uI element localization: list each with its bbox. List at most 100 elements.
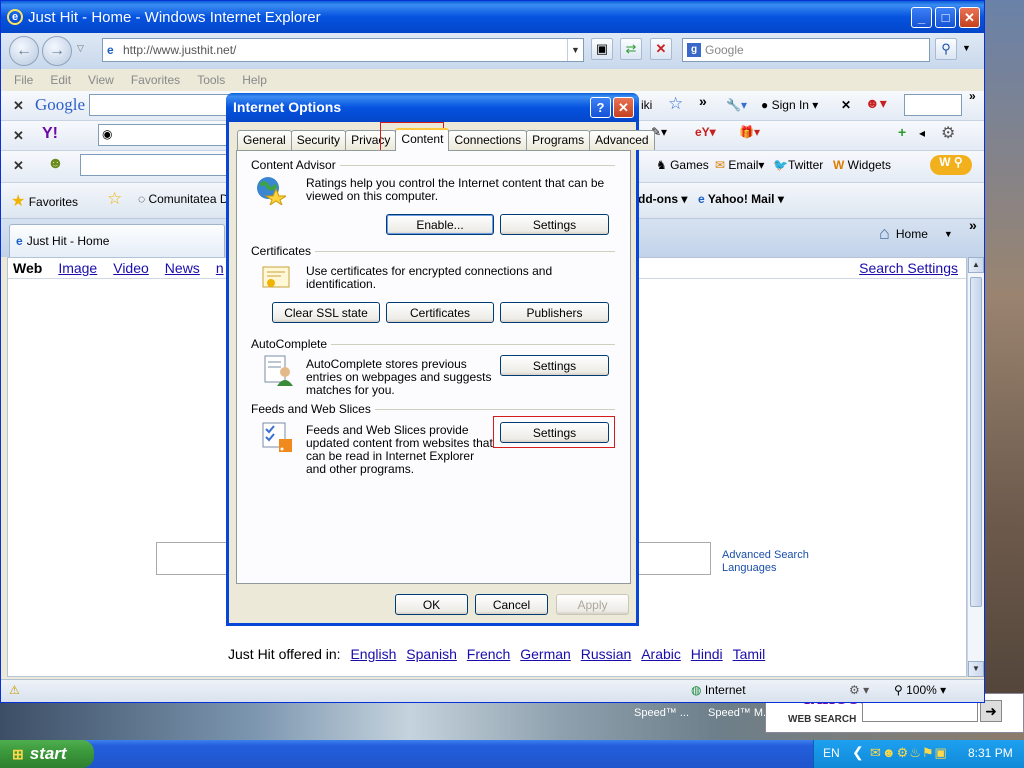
close-toolbar-icon[interactable]: ✕ — [841, 98, 851, 112]
close-toolbar-icon[interactable]: ✕ — [13, 98, 24, 114]
addon-face-icon[interactable]: ☻▾ — [865, 95, 887, 112]
home-button[interactable]: ⌂ Home ▼ — [879, 223, 953, 244]
settings-gear-icon[interactable]: ⚙ — [941, 123, 955, 143]
scroll-down-icon[interactable]: ▼ — [968, 661, 984, 677]
enable-button[interactable]: Enable... — [386, 214, 494, 235]
ebay-icon[interactable]: eY▾ — [695, 125, 716, 139]
add-icon[interactable]: + — [898, 124, 906, 140]
sign-in-link[interactable]: ● Sign In ▾ — [761, 98, 818, 112]
start-button[interactable]: ⊞ start — [0, 740, 94, 768]
lang-spanish[interactable]: Spanish — [406, 646, 457, 662]
minimize-button[interactable]: _ — [911, 7, 932, 28]
warning-icon[interactable]: ⚠ — [9, 683, 20, 697]
google-search-input[interactable] — [89, 94, 229, 116]
content-advisor-settings-button[interactable]: Settings — [500, 214, 609, 235]
scroll-thumb[interactable] — [970, 277, 982, 607]
close-toolbar-icon[interactable]: ✕ — [13, 158, 24, 174]
toolbar-item[interactable]: iki — [641, 98, 652, 112]
dialog-title-bar[interactable]: Internet Options ? ✕ — [226, 93, 639, 122]
home-dropdown-icon[interactable]: ▼ — [944, 229, 953, 239]
lang-hindi[interactable]: Hindi — [691, 646, 723, 662]
yahoo-search-input[interactable]: ◉ — [98, 124, 228, 146]
email-link[interactable]: ✉ Email▾ — [715, 158, 764, 172]
ie-title-bar[interactable]: e Just Hit - Home - Windows Internet Exp… — [1, 1, 984, 33]
scroll-up-icon[interactable]: ▲ — [968, 257, 984, 273]
yahoo-toolbar-logo[interactable]: Y! — [42, 125, 58, 143]
addon-search-input[interactable] — [80, 154, 228, 176]
clock[interactable]: 8:31 PM — [968, 746, 1013, 760]
search-box[interactable]: g Google — [682, 38, 930, 62]
small-search-input[interactable] — [904, 94, 962, 116]
widget-search-icon[interactable]: W ⚲ — [930, 155, 972, 175]
history-dropdown-icon[interactable]: ▽ — [77, 43, 84, 54]
nav-video[interactable]: Video — [113, 260, 149, 276]
yahoo-mail-link[interactable]: e Yahoo! Mail ▾ — [698, 192, 784, 206]
desktop-icon-label[interactable]: Speed™ ... — [634, 707, 689, 719]
ok-button[interactable]: OK — [395, 594, 468, 615]
certificates-button[interactable]: Certificates — [386, 302, 494, 323]
apply-button[interactable]: Apply — [556, 594, 629, 615]
tab-advanced[interactable]: Advanced — [589, 130, 655, 150]
bookmark-star-icon[interactable]: ☆ — [668, 94, 683, 114]
tray-expand-icon[interactable]: ❮ — [852, 744, 864, 761]
addons-menu[interactable]: dd-ons ▾ — [638, 192, 687, 206]
close-toolbar-icon[interactable]: ✕ — [13, 128, 24, 144]
menu-tools[interactable]: Tools — [197, 73, 225, 87]
nav-web[interactable]: Web — [13, 260, 42, 276]
stop-icon[interactable]: ✕ — [650, 38, 672, 60]
clear-ssl-button[interactable]: Clear SSL state — [272, 302, 380, 323]
more-chevron-icon[interactable]: » — [969, 217, 977, 233]
lang-arabic[interactable]: Arabic — [641, 646, 681, 662]
menu-edit[interactable]: Edit — [50, 73, 71, 87]
lang-french[interactable]: French — [467, 646, 511, 662]
back-button[interactable]: ← — [9, 36, 39, 66]
tab-security[interactable]: Security — [290, 130, 347, 150]
gift-icon[interactable]: 🎁▾ — [739, 125, 760, 139]
games-link[interactable]: ♞ Games — [656, 158, 709, 172]
lang-tamil[interactable]: Tamil — [733, 646, 766, 662]
search-settings-link[interactable]: Search Settings — [859, 260, 958, 276]
menu-favorites[interactable]: Favorites — [131, 73, 180, 87]
close-button[interactable]: ✕ — [959, 7, 980, 28]
tab-general[interactable]: General — [237, 130, 292, 150]
widgets-link[interactable]: W Widgets — [833, 158, 891, 172]
wrench-icon[interactable]: 🔧▾ — [726, 98, 747, 112]
languages-link[interactable]: Languages — [722, 562, 809, 575]
nav-image[interactable]: Image — [58, 260, 97, 276]
zoom-control[interactable]: ⚲ 100% ▾ — [894, 683, 946, 697]
addon-logo-icon[interactable]: ☻ — [47, 155, 64, 173]
more-chevron-icon[interactable]: » — [699, 93, 707, 109]
lang-english[interactable]: English — [350, 646, 396, 662]
search-options-icon[interactable]: ▼ — [962, 43, 971, 53]
favorite-link[interactable]: ◌ Comunitatea D — [138, 192, 229, 206]
lang-german[interactable]: German — [520, 646, 571, 662]
menu-help[interactable]: Help — [242, 73, 267, 87]
tab-just-hit[interactable]: e Just Hit - Home — [9, 224, 225, 257]
autocomplete-settings-button[interactable]: Settings — [500, 355, 609, 376]
tray-icons[interactable]: ✉☻⚙♨⚑▣ — [870, 745, 948, 761]
yahoo-search-input[interactable] — [862, 700, 978, 722]
refresh-icon[interactable]: ⇄ — [620, 38, 642, 60]
more-chevron-icon[interactable]: » — [969, 89, 976, 103]
protected-mode-icon[interactable]: ⚙ ▾ — [849, 683, 869, 697]
add-favorite-icon[interactable]: ☆ — [107, 189, 122, 209]
nav-more[interactable]: n — [216, 260, 224, 276]
menu-file[interactable]: File — [14, 73, 33, 87]
favorites-button[interactable]: ★ Favorites — [11, 191, 78, 211]
yahoo-search-arrow-icon[interactable]: ➜ — [980, 700, 1002, 722]
address-bar[interactable]: e http://www.justhit.net/ ▼ — [102, 38, 584, 62]
cancel-button[interactable]: Cancel — [475, 594, 548, 615]
forward-button[interactable]: → — [42, 36, 72, 66]
scroll-left-icon[interactable]: ◂ — [919, 126, 925, 140]
tab-programs[interactable]: Programs — [526, 130, 591, 150]
desktop-icon-label[interactable]: Speed™ M. — [708, 707, 766, 719]
vertical-scrollbar[interactable]: ▲ ▼ — [967, 257, 984, 677]
publishers-button[interactable]: Publishers — [500, 302, 609, 323]
advanced-search-link[interactable]: Advanced Search — [722, 549, 809, 562]
dialog-close-button[interactable]: ✕ — [613, 97, 634, 118]
search-icon[interactable]: ⚲ — [935, 38, 957, 60]
lang-russian[interactable]: Russian — [581, 646, 632, 662]
help-button[interactable]: ? — [590, 97, 611, 118]
tab-content[interactable]: Content — [395, 128, 450, 151]
language-indicator[interactable]: EN — [823, 746, 840, 760]
